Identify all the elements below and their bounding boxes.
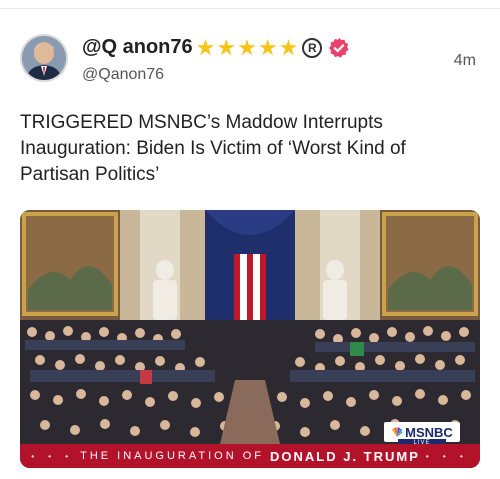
- star-icon: ★: [278, 34, 299, 60]
- star-icon: ★: [216, 34, 237, 60]
- peacock-icon: [392, 427, 403, 437]
- social-post: @Q anon76 ★ ★ ★ ★ ★ R @Qanon76 4m TRIGGE…: [0, 0, 500, 479]
- registered-icon: R: [302, 37, 323, 58]
- network-logo-text: MSNBC: [405, 424, 453, 440]
- user-handle[interactable]: @Qanon76: [82, 66, 164, 84]
- display-name[interactable]: @Q anon76 ★ ★ ★ ★ ★ R: [82, 36, 350, 59]
- star-icon: ★: [195, 34, 216, 60]
- banner-text: THE INAUGURATION OF: [80, 450, 265, 462]
- banner-dots-left: • • •: [31, 451, 75, 461]
- verified-badge-icon: [329, 37, 349, 58]
- banner-dots-right: • • •: [425, 451, 469, 461]
- post-image[interactable]: MSNBC LIVE • • • THE INAUGURATION OF DON…: [20, 210, 480, 468]
- banner-name: DONALD J. TRUMP: [270, 448, 420, 464]
- inauguration-banner: • • • THE INAUGURATION OF DONALD J. TRUM…: [20, 444, 480, 468]
- avatar[interactable]: [20, 34, 68, 82]
- post-headline[interactable]: TRIGGERED MSNBC’s Maddow Interrupts Inau…: [20, 110, 480, 188]
- display-name-text: @Q anon76: [82, 36, 193, 58]
- star-icon: ★: [237, 34, 257, 60]
- star-icon: ★: [257, 34, 278, 60]
- post-timestamp[interactable]: 4m: [454, 52, 476, 70]
